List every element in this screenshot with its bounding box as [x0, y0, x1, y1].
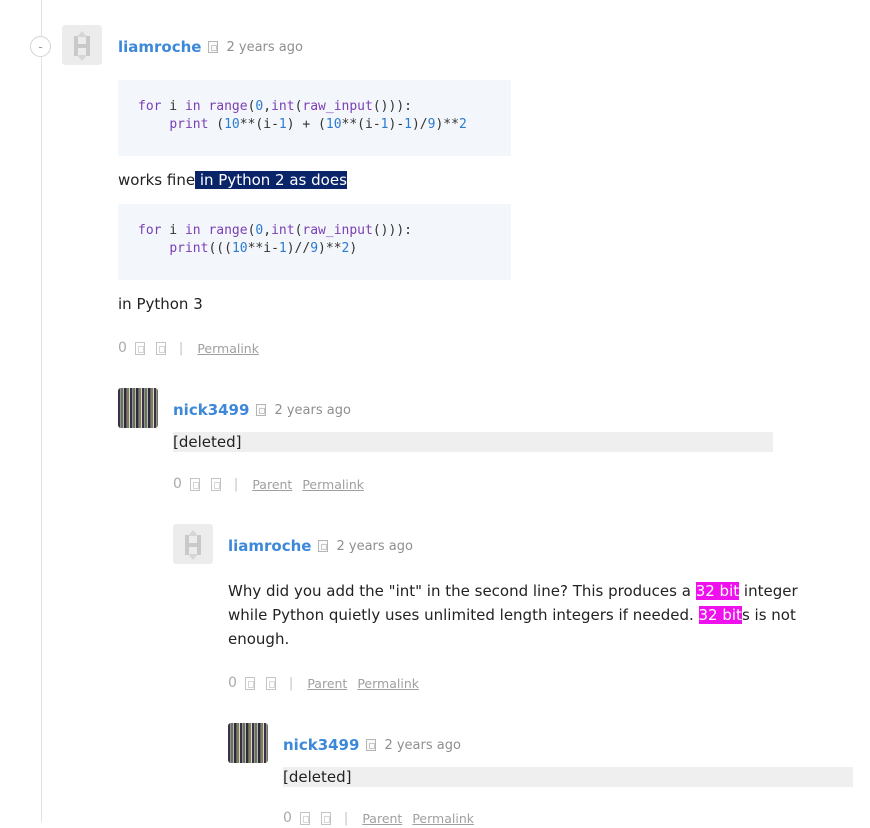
flag-icon[interactable]: [318, 540, 329, 552]
highlighted-text: 32 bit: [695, 582, 740, 600]
comment-actions: 0 | Parent Permalink: [283, 808, 484, 828]
avatar[interactable]: [173, 524, 213, 564]
selected-text: in Python 2 as does: [195, 171, 347, 189]
avatar[interactable]: [118, 388, 158, 428]
upvote-icon[interactable]: [189, 477, 200, 491]
comment-actions: 0 | Parent Permalink: [228, 673, 429, 693]
code-block: for i in range(0,int(raw_input())): prin…: [118, 80, 511, 156]
username-link[interactable]: nick3499: [283, 736, 359, 754]
downvote-icon[interactable]: [155, 341, 166, 355]
comment-text: works fine in Python 2 as does: [118, 171, 347, 189]
downvote-icon[interactable]: [265, 676, 276, 690]
code-block: for i in range(0,int(raw_input())): prin…: [118, 204, 511, 280]
timestamp: 2 years ago: [384, 737, 461, 753]
parent-link[interactable]: Parent: [252, 477, 292, 492]
permalink-link[interactable]: Permalink: [302, 477, 364, 492]
separator: |: [233, 476, 239, 492]
downvote-icon[interactable]: [210, 477, 221, 491]
flag-icon[interactable]: [366, 739, 377, 751]
timestamp: 2 years ago: [274, 402, 351, 418]
comment-header: nick3499 2 years ago: [283, 735, 461, 755]
vote-count: 0: [283, 810, 292, 826]
highlighted-text: 32 bit: [698, 606, 742, 624]
collapse-icon[interactable]: -: [30, 36, 51, 57]
separator: |: [343, 810, 349, 826]
comment-actions: 0 | Permalink: [118, 338, 269, 358]
permalink-link[interactable]: Permalink: [357, 676, 419, 691]
comment-actions: 0 | Parent Permalink: [173, 474, 374, 494]
username-link[interactable]: liamroche: [118, 38, 201, 56]
comment-header: nick3499 2 years ago: [173, 400, 351, 420]
parent-link[interactable]: Parent: [362, 811, 402, 826]
timestamp: 2 years ago: [226, 39, 303, 55]
thread-line: [41, 0, 42, 822]
comment-text: in Python 3: [118, 295, 203, 313]
downvote-icon[interactable]: [320, 811, 331, 825]
timestamp: 2 years ago: [336, 538, 413, 554]
parent-link[interactable]: Parent: [307, 676, 347, 691]
permalink-link[interactable]: Permalink: [412, 811, 474, 826]
deleted-text: [deleted]: [283, 767, 853, 787]
comment-header: liamroche 2 years ago: [118, 37, 303, 57]
vote-count: 0: [118, 340, 127, 356]
avatar[interactable]: [228, 723, 268, 763]
vote-count: 0: [228, 675, 237, 691]
comment-header: liamroche 2 years ago: [228, 536, 413, 556]
avatar[interactable]: [62, 25, 102, 65]
flag-icon[interactable]: [208, 41, 219, 53]
username-link[interactable]: nick3499: [173, 401, 249, 419]
upvote-icon[interactable]: [299, 811, 310, 825]
separator: |: [288, 675, 294, 691]
vote-count: 0: [173, 476, 182, 492]
username-link[interactable]: liamroche: [228, 537, 311, 555]
upvote-icon[interactable]: [134, 341, 145, 355]
deleted-text: [deleted]: [173, 432, 773, 452]
separator: |: [178, 340, 184, 356]
comment-text: Why did you add the "int" in the second …: [228, 582, 798, 648]
upvote-icon[interactable]: [244, 676, 255, 690]
flag-icon[interactable]: [256, 404, 267, 416]
permalink-link[interactable]: Permalink: [197, 341, 259, 356]
